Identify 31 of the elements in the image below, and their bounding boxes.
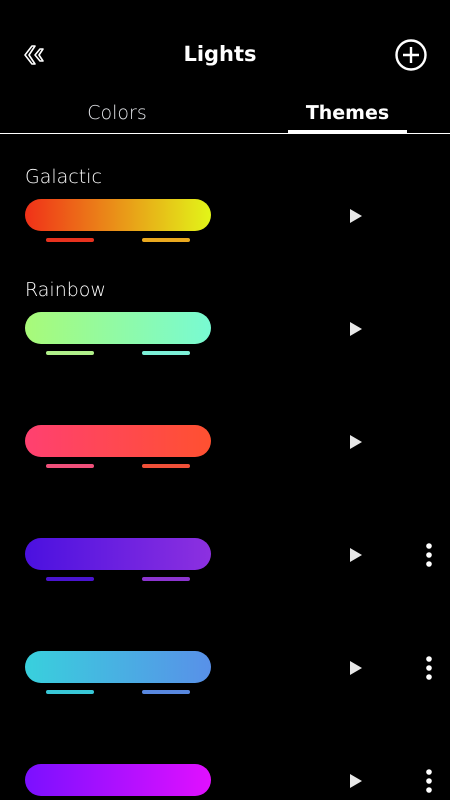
gradient-bar[interactable] xyxy=(25,312,211,344)
gradient-bar[interactable] xyxy=(25,199,211,231)
gradient-bar[interactable] xyxy=(25,425,211,457)
play-icon xyxy=(350,435,362,449)
theme-name: Galactic xyxy=(25,165,102,190)
vertical-dots-icon xyxy=(425,769,433,793)
back-button[interactable] xyxy=(22,43,46,67)
play-button[interactable] xyxy=(349,660,363,676)
tab[interactable]: Colors xyxy=(0,96,234,133)
play-button[interactable] xyxy=(349,547,363,563)
more-button[interactable] xyxy=(424,768,434,794)
play-icon xyxy=(350,209,362,223)
vertical-dots-icon xyxy=(425,543,433,567)
play-icon xyxy=(350,322,362,336)
play-icon xyxy=(350,774,362,788)
play-icon xyxy=(350,548,362,562)
more-button[interactable] xyxy=(424,655,434,681)
play-button[interactable] xyxy=(349,773,363,789)
more-button[interactable] xyxy=(424,542,434,568)
vertical-dots-icon xyxy=(425,656,433,680)
gradient-bar[interactable] xyxy=(25,651,211,683)
theme-name: Rainbow xyxy=(25,278,106,303)
double-chevron-icon xyxy=(23,44,45,66)
screen-title: Lights xyxy=(183,41,257,68)
play-icon xyxy=(350,661,362,675)
add-button[interactable] xyxy=(394,38,428,72)
play-button[interactable] xyxy=(349,321,363,337)
play-button[interactable] xyxy=(349,208,363,224)
tab[interactable]: Themes xyxy=(288,96,407,133)
play-button[interactable] xyxy=(349,434,363,450)
plus-circle-icon xyxy=(394,39,427,71)
